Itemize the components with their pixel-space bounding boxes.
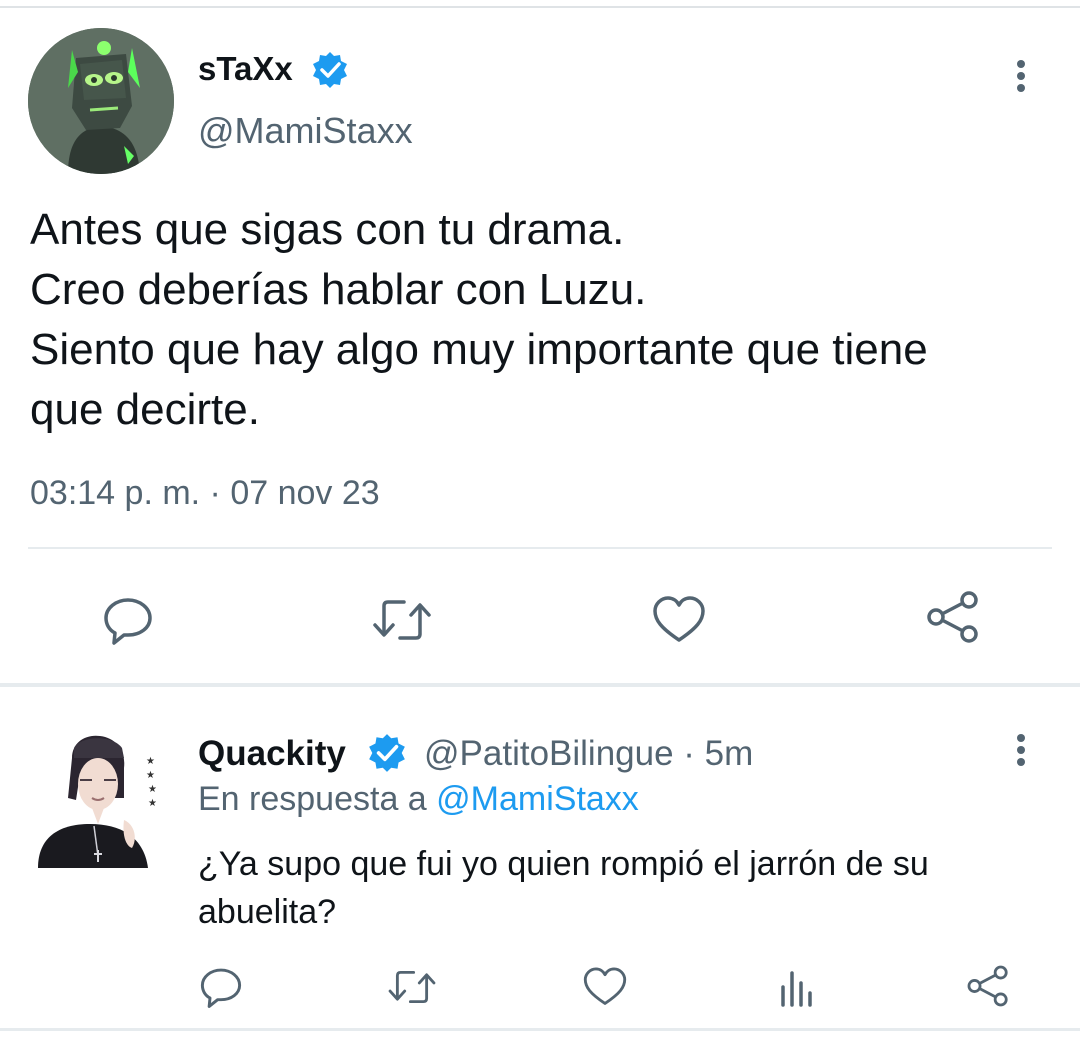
tweet-text-line: Antes que sigas con tu drama. <box>30 205 625 254</box>
replying-to: En respuesta a @MamiStaxx <box>198 780 639 819</box>
tweet-text-line: que decirte. <box>30 385 260 434</box>
like-button[interactable] <box>582 964 628 1010</box>
retweet-button[interactable] <box>386 964 438 1010</box>
verified-badge-icon <box>310 50 350 90</box>
reply-icon <box>104 598 152 645</box>
svg-text:★: ★ <box>148 784 156 795</box>
reply-button[interactable] <box>100 592 156 648</box>
svg-text:★: ★ <box>148 798 156 809</box>
reply-icon <box>200 968 242 1008</box>
replying-to-handle-link[interactable]: @MamiStaxx <box>436 780 639 818</box>
reply-author-name[interactable]: Quackity <box>198 734 346 774</box>
analytics-button[interactable] <box>774 964 820 1010</box>
svg-text:★: ★ <box>146 770 155 781</box>
bottom-divider <box>0 1028 1080 1031</box>
retweet-icon <box>373 600 431 640</box>
reply-avatar[interactable]: ★ ★ ★ ★ <box>28 728 156 874</box>
avatar-illustration-quackity: ★ ★ ★ ★ <box>38 735 156 868</box>
like-icon <box>653 596 705 642</box>
share-icon <box>927 591 978 643</box>
retweet-button[interactable] <box>370 592 434 648</box>
more-options-icon[interactable] <box>1006 732 1036 772</box>
reply-text: ¿Ya supo que fui yo quien rompió el jarr… <box>198 845 929 931</box>
tweet-text: Antes que sigas con tu drama. Creo deber… <box>30 200 1070 440</box>
share-button[interactable] <box>924 588 982 646</box>
more-options-icon[interactable] <box>1006 58 1036 98</box>
like-icon <box>583 967 627 1005</box>
verified-badge-icon <box>366 732 408 774</box>
author-handle[interactable]: @MamiStaxx <box>198 110 413 152</box>
share-button[interactable] <box>964 962 1012 1010</box>
svg-text:★: ★ <box>146 756 155 767</box>
author-name[interactable]: sTaXx <box>198 50 293 88</box>
tweet-text-line: Creo deberías hablar con Luzu. <box>30 265 647 314</box>
divider <box>28 547 1052 549</box>
replying-to-label: En respuesta a <box>198 780 437 818</box>
analytics-icon <box>781 971 812 1007</box>
tweet-timestamp[interactable]: 03:14 p. m. · 07 nov 23 <box>30 474 380 513</box>
top-divider <box>0 6 1080 8</box>
section-divider <box>0 683 1080 687</box>
avatar[interactable] <box>28 28 174 174</box>
avatar-illustration-staxx <box>28 28 174 174</box>
tweet-text-line: Siento que hay algo muy importante que t… <box>30 325 928 374</box>
reply-button[interactable] <box>198 964 244 1010</box>
retweet-icon <box>388 970 436 1004</box>
reply-author-handle[interactable]: @PatitoBilingue · 5m <box>424 734 753 774</box>
share-icon <box>967 965 1008 1007</box>
like-button[interactable] <box>650 592 708 648</box>
